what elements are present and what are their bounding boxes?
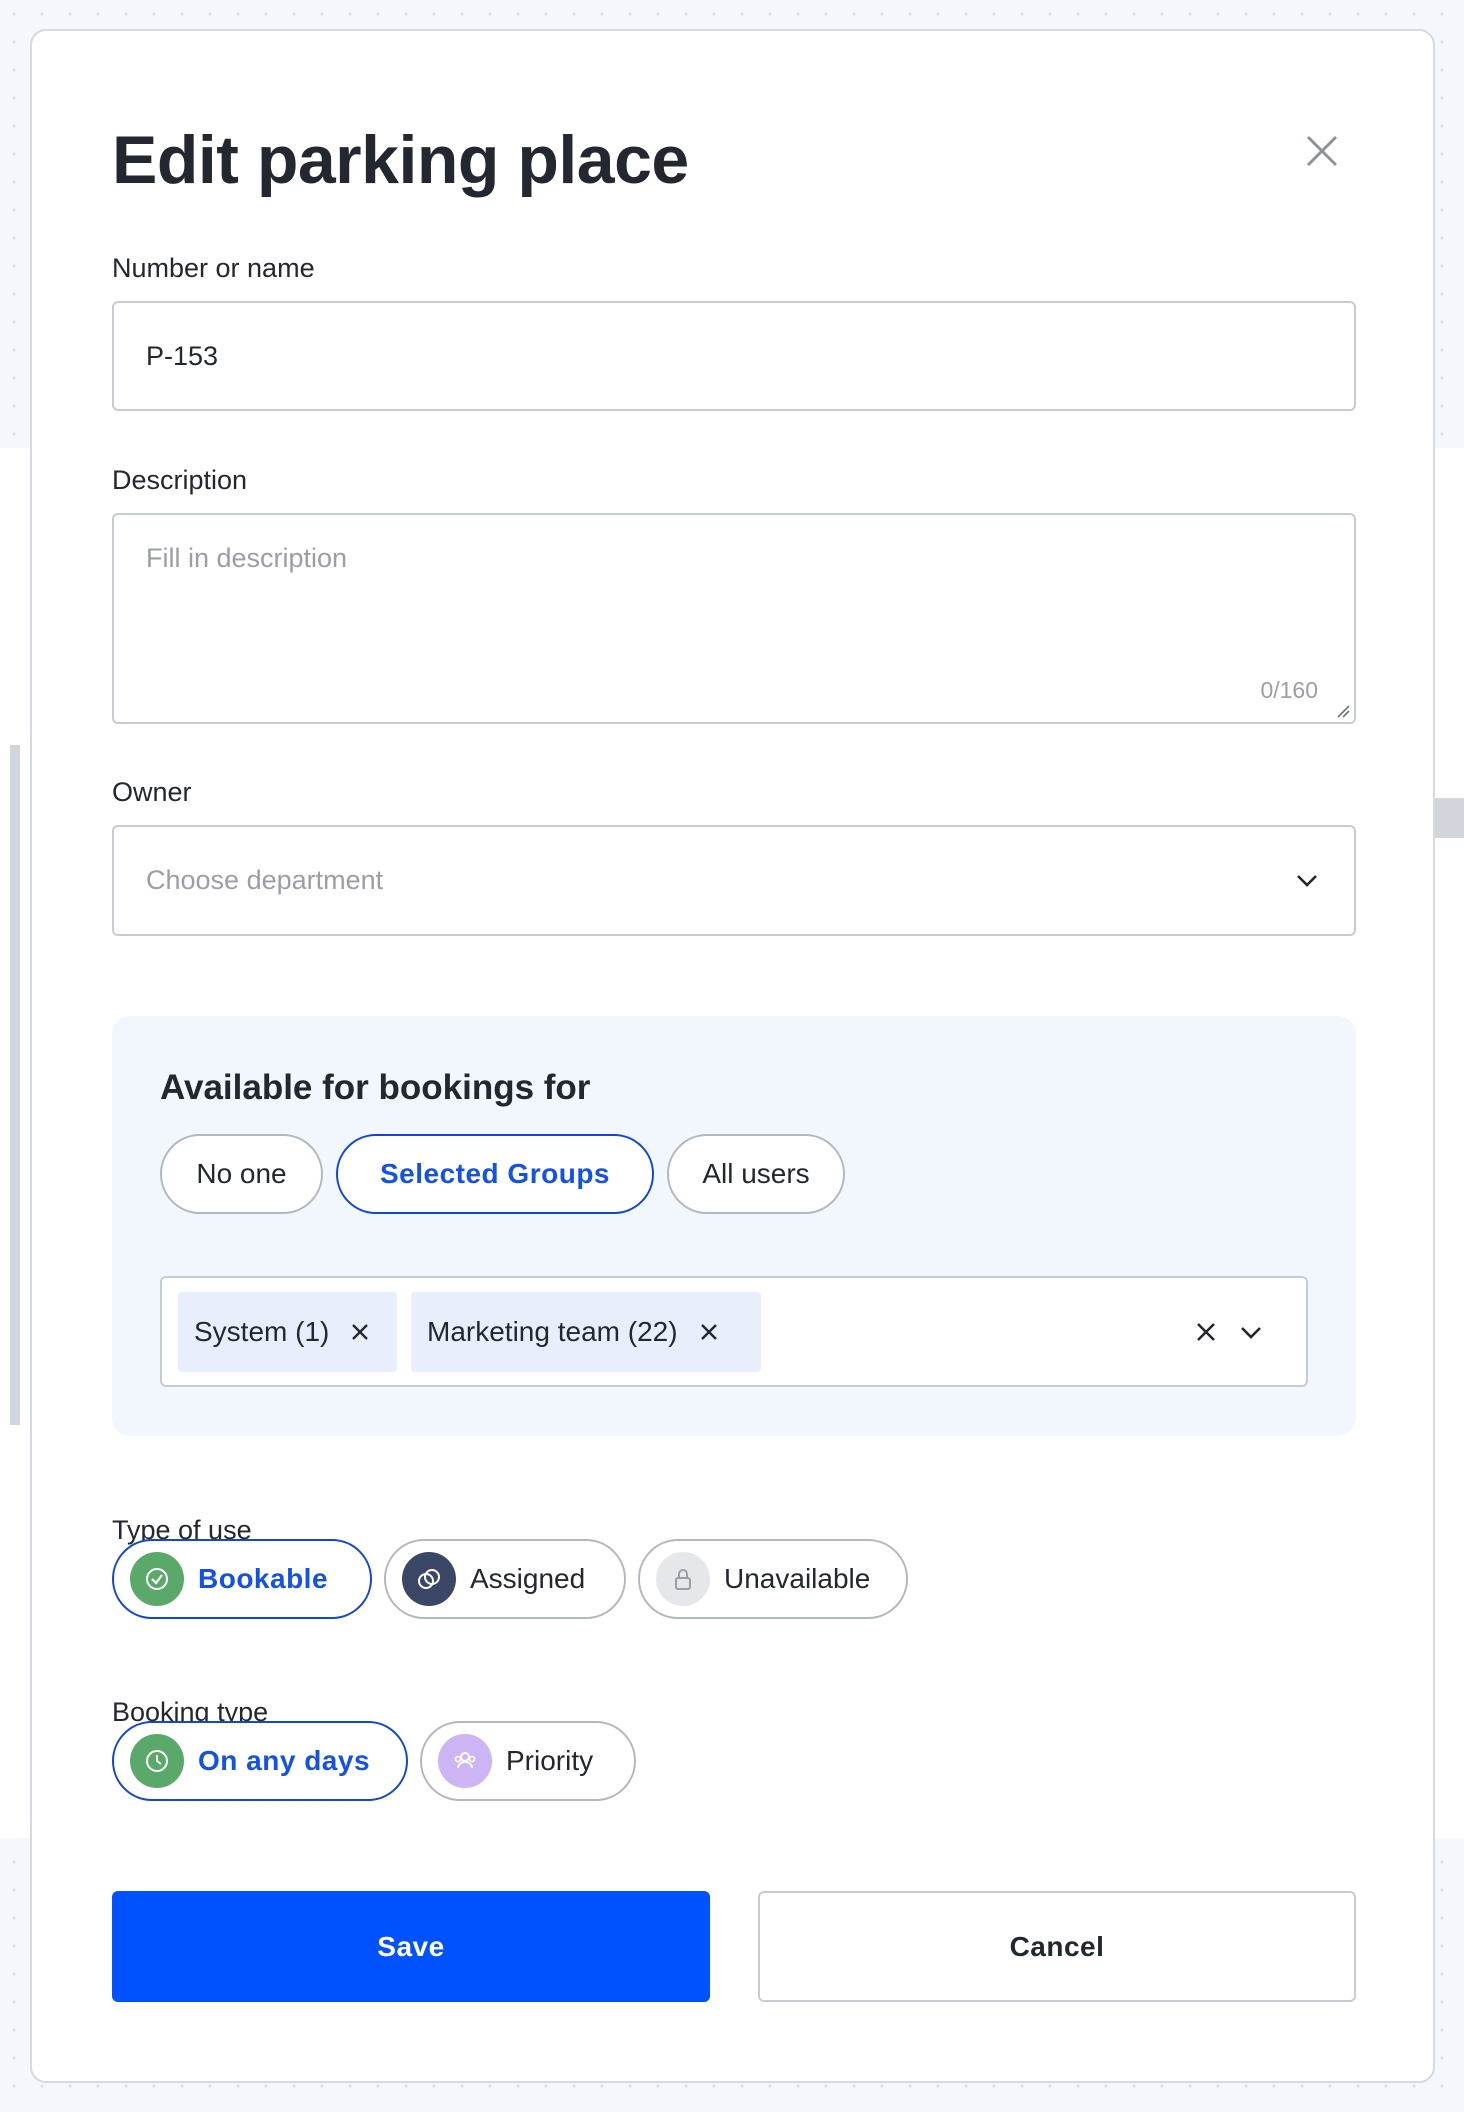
type-option-label: Unavailable — [724, 1563, 871, 1594]
save-button[interactable]: Save — [112, 1891, 710, 2002]
availability-option-selected-groups[interactable]: Selected Groups — [336, 1134, 654, 1214]
name-input[interactable]: P-153 — [112, 301, 1356, 411]
group-chip-label: Marketing team (22) — [427, 1316, 678, 1347]
chevron-down-icon[interactable] — [1236, 1318, 1266, 1348]
remove-chip-icon[interactable] — [696, 1319, 722, 1345]
availability-title: Available for bookings for — [160, 1068, 591, 1107]
modal-title: Edit parking place — [112, 122, 689, 198]
clock-icon — [130, 1734, 184, 1788]
type-option-label: Assigned — [470, 1563, 586, 1594]
description-label: Description — [112, 465, 248, 495]
availability-panel: Available for bookings for No one Select… — [112, 1016, 1356, 1436]
chevron-down-icon — [1297, 875, 1317, 887]
type-option-assigned[interactable]: Assigned — [384, 1539, 626, 1619]
owner-label: Owner — [112, 777, 192, 807]
booking-option-label: Priority — [506, 1745, 594, 1776]
group-chip: Marketing team (22) — [411, 1292, 761, 1372]
cancel-button[interactable]: Cancel — [758, 1891, 1356, 2002]
description-placeholder: Fill in description — [146, 543, 348, 573]
type-option-unavailable[interactable]: Unavailable — [638, 1539, 908, 1619]
edit-parking-place-modal: Edit parking place Number or name P-153 … — [30, 29, 1435, 2083]
character-counter: 0/160 — [1260, 677, 1318, 703]
remove-chip-icon[interactable] — [347, 1319, 373, 1345]
name-label: Number or name — [112, 253, 315, 283]
groups-multiselect[interactable]: System (1) Marketing team (22) — [160, 1276, 1308, 1387]
resize-handle-icon[interactable] — [1336, 704, 1350, 718]
background-rail-left — [10, 745, 20, 1425]
link-icon — [402, 1552, 456, 1606]
close-icon — [1306, 135, 1338, 167]
users-icon — [438, 1734, 492, 1788]
background-rail-right — [1432, 798, 1464, 838]
group-chip: System (1) — [178, 1292, 397, 1372]
booking-option-label: On any days — [198, 1745, 371, 1776]
group-chip-label: System (1) — [194, 1316, 330, 1347]
name-input-value: P-153 — [146, 340, 219, 371]
clear-all-icon[interactable] — [1192, 1318, 1220, 1346]
owner-select[interactable]: Choose department — [112, 825, 1356, 936]
availability-option-all-users[interactable]: All users — [667, 1134, 845, 1214]
check-circle-icon — [130, 1552, 184, 1606]
close-button[interactable] — [1294, 123, 1350, 179]
booking-option-priority[interactable]: Priority — [420, 1721, 636, 1801]
type-option-label: Bookable — [198, 1563, 329, 1594]
description-textarea[interactable]: Fill in description 0/160 — [112, 513, 1356, 724]
availability-option-no-one[interactable]: No one — [160, 1134, 323, 1214]
type-option-bookable[interactable]: Bookable — [112, 1539, 372, 1619]
lock-icon — [656, 1552, 710, 1606]
owner-placeholder: Choose department — [146, 865, 384, 895]
booking-option-on-any-days[interactable]: On any days — [112, 1721, 408, 1801]
